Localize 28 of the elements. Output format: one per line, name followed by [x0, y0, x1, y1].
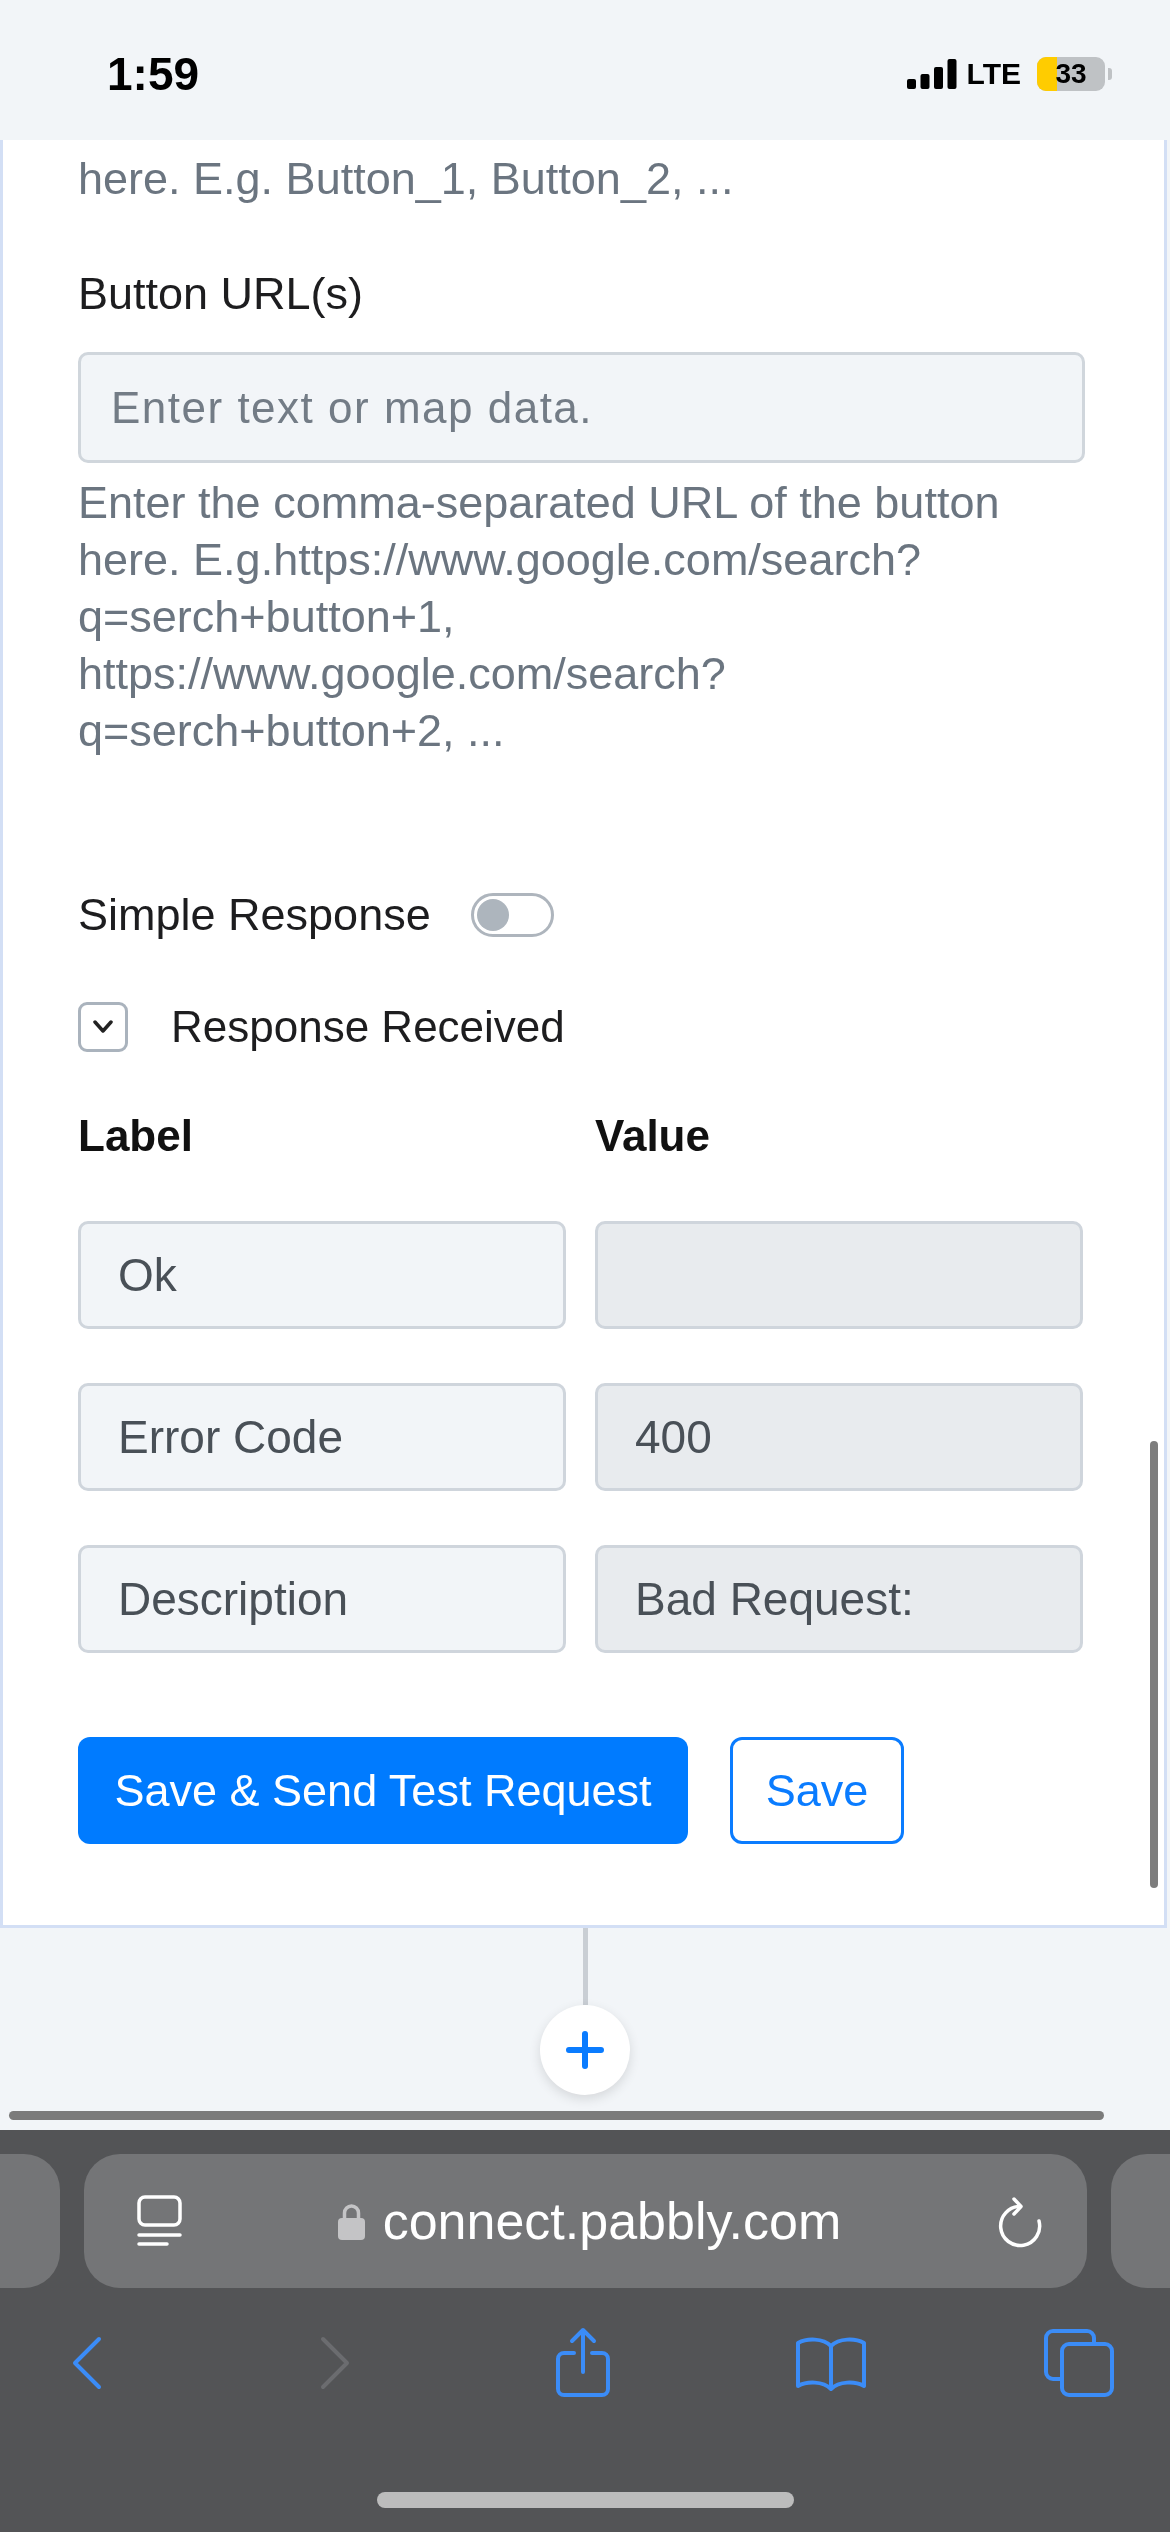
toggle-label: Simple Response: [78, 890, 431, 940]
reader-icon[interactable]: [137, 2195, 182, 2247]
expand-button[interactable]: [78, 1002, 128, 1052]
toggle-switch[interactable]: [470, 893, 554, 937]
column-header: Label: [78, 1111, 193, 1161]
back-icon[interactable]: [70, 2336, 104, 2390]
adjacent-tab-bar[interactable]: [0, 2154, 60, 2288]
label-input[interactable]: Error Code: [78, 1383, 566, 1491]
help-text: Enter the comma-separated URL of the button here. E.g.https://www.google.com/search?q=serch+button+1, https://www.google.com/search?q=serch+button+2, ...: [78, 476, 1001, 758]
tabs-icon[interactable]: [1044, 2329, 1114, 2397]
chevron-down-icon: [92, 1020, 114, 1034]
plus-icon: [565, 2030, 605, 2070]
label-input[interactable]: Ok: [78, 1221, 566, 1329]
save-button[interactable]: Save: [730, 1737, 904, 1844]
share-icon[interactable]: [553, 2326, 613, 2400]
lock-icon: [337, 2202, 365, 2240]
signal-icon: [906, 59, 957, 89]
label-input[interactable]: Description: [78, 1545, 566, 1653]
send-test-button[interactable]: Save & Send Test Request: [78, 1737, 688, 1844]
help-text: here. E.g. Button_1, Button_2, ...: [78, 154, 735, 204]
adjacent-tab-bar[interactable]: [1111, 2154, 1170, 2288]
column-header: Value: [595, 1111, 710, 1161]
address-bar[interactable]: connect.pabbly.com: [84, 2154, 1087, 2288]
status-time: 1:59: [107, 47, 200, 101]
url-input[interactable]: Enter text or map data.: [78, 352, 1085, 463]
section-title: Response Received: [171, 1002, 565, 1052]
network-type: LTE: [966, 57, 1021, 91]
field-label: Button URL(s): [78, 269, 365, 319]
